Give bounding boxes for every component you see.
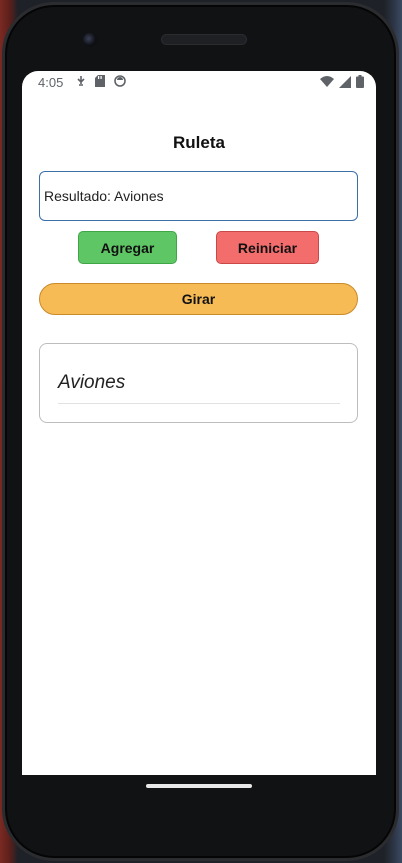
wifi-icon: [320, 75, 334, 91]
add-button[interactable]: Agregar: [78, 231, 177, 264]
app-screen: 4:05 Ruleta Agregar Reinici: [22, 71, 376, 775]
list-item[interactable]: Aviones: [58, 372, 340, 404]
front-camera: [83, 33, 97, 47]
battery-icon: [356, 75, 364, 91]
home-indicator[interactable]: [146, 784, 252, 788]
reset-button[interactable]: Reiniciar: [216, 231, 319, 264]
status-left-icons: [76, 75, 126, 90]
signal-icon: [339, 75, 351, 91]
result-input[interactable]: [39, 171, 358, 221]
usb-debug-icon: [76, 75, 86, 90]
options-list: Aviones: [39, 343, 358, 423]
page-title: Ruleta: [173, 133, 225, 152]
spin-button[interactable]: Girar: [39, 283, 358, 315]
earpiece-speaker: [161, 34, 247, 45]
sync-icon: [114, 75, 126, 90]
sd-card-icon: [95, 75, 105, 90]
status-bar: 4:05: [22, 71, 376, 95]
status-right-icons: [320, 75, 364, 91]
status-time: 4:05: [38, 75, 64, 90]
